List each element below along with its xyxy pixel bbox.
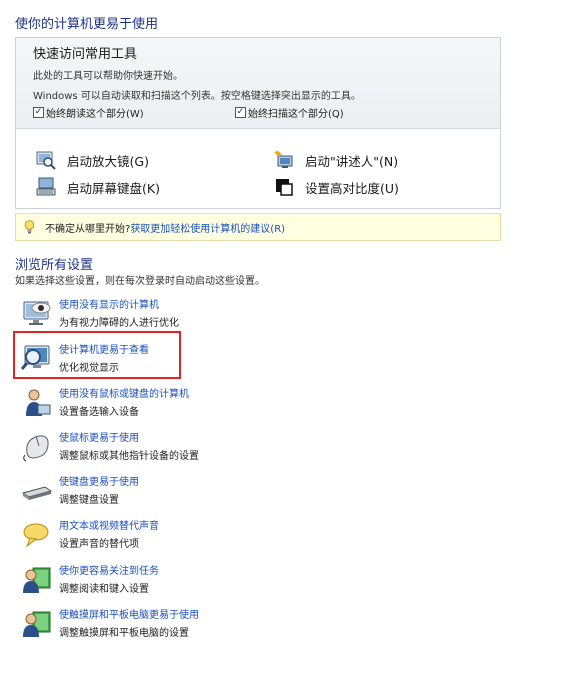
list-item-mouse: 使鼠标更易于使用 调整鼠标或其他指针设备的设置 bbox=[21, 429, 271, 465]
keyboard-link[interactable]: 使键盘更易于使用 bbox=[59, 473, 139, 488]
start-narrator-label: 启动"讲述人"(N) bbox=[305, 153, 399, 169]
on-screen-keyboard-icon bbox=[36, 177, 56, 196]
read-section-label: 始终朗读这个部分(W) bbox=[46, 109, 144, 120]
start-narrator-button[interactable]: 启动"讲述人"(N) bbox=[274, 150, 398, 170]
magnifier-icon bbox=[36, 151, 56, 170]
no-mouse-keyboard-desc: 设置备选输入设备 bbox=[59, 407, 139, 418]
list-item-sound-alternatives: 用文本或视频替代声音 设置声音的替代项 bbox=[21, 517, 271, 553]
tip-question: 不确定从哪里开始? bbox=[45, 223, 131, 235]
mouse-desc: 调整鼠标或其他指针设备的设置 bbox=[59, 451, 199, 462]
keyboard-icon bbox=[21, 486, 53, 500]
quick-access-description: 此处的工具可以帮助你快速开始。 bbox=[33, 71, 183, 82]
scan-section-checkbox[interactable]: ✓ 始终扫描这个部分(Q) bbox=[235, 105, 344, 120]
read-section-checkbox[interactable]: ✓ 始终朗读这个部分(W) bbox=[33, 105, 144, 120]
scan-section-label: 始终扫描这个部分(Q) bbox=[248, 109, 344, 120]
browse-settings-description: 如果选择这些设置，则在每次登录时自动启动这些设置。 bbox=[15, 276, 265, 287]
mouse-icon bbox=[23, 435, 49, 462]
sound-alternatives-link[interactable]: 用文本或视频替代声音 bbox=[59, 517, 159, 532]
start-onscreen-keyboard-label: 启动屏幕键盘(K) bbox=[67, 180, 160, 196]
high-contrast-icon bbox=[276, 179, 293, 196]
touch-tablet-desc: 调整触摸屏和平板电脑的设置 bbox=[59, 628, 189, 639]
no-display-desc: 为有视力障碍的人进行优化 bbox=[59, 318, 179, 329]
set-high-contrast-button[interactable]: 设置高对比度(U) bbox=[274, 177, 399, 197]
user-input-icon bbox=[26, 389, 51, 416]
list-item-no-mouse-keyboard: 使用没有鼠标或键盘的计算机 设置备选输入设备 bbox=[21, 385, 271, 421]
list-item-no-display: 使用没有显示的计算机 为有视力障碍的人进行优化 bbox=[21, 296, 271, 332]
monitor-off-icon bbox=[23, 301, 51, 325]
page-title: 使你的计算机更易于使用 bbox=[15, 17, 159, 32]
start-onscreen-keyboard-button[interactable]: 启动屏幕键盘(K) bbox=[36, 177, 160, 197]
keyboard-desc: 调整键盘设置 bbox=[59, 495, 119, 506]
no-mouse-keyboard-link[interactable]: 使用没有鼠标或键盘的计算机 bbox=[59, 385, 189, 400]
quick-tools: 启动放大镜(G) 启动"讲述人"(N) 启动屏幕键盘(K) 设置高对比度(U) bbox=[16, 129, 500, 209]
focus-tasks-desc: 调整阅读和键入设置 bbox=[59, 584, 149, 595]
browse-settings-title: 浏览所有设置 bbox=[15, 258, 94, 273]
no-display-link[interactable]: 使用没有显示的计算机 bbox=[59, 296, 159, 311]
start-magnifier-button[interactable]: 启动放大镜(G) bbox=[36, 150, 149, 170]
focus-task-icon bbox=[23, 567, 51, 593]
sound-alternatives-desc: 设置声音的替代项 bbox=[59, 539, 139, 550]
lightbulb-icon bbox=[24, 220, 35, 234]
mouse-link[interactable]: 使鼠标更易于使用 bbox=[59, 429, 139, 444]
focus-tasks-link[interactable]: 使你更容易关注到任务 bbox=[59, 562, 159, 577]
touch-tablet-link[interactable]: 使触摸屏和平板电脑更易于使用 bbox=[59, 606, 199, 621]
start-magnifier-label: 启动放大镜(G) bbox=[67, 153, 149, 169]
get-suggestions-link[interactable]: 获取更加轻松使用计算机的建议(R) bbox=[130, 220, 285, 235]
tip-bar: 不确定从哪里开始? 获取更加轻松使用计算机的建议(R) bbox=[15, 213, 501, 241]
quick-access-description-2: Windows 可以自动读取和扫描这个列表。按空格键选择突出显示的工具。 bbox=[33, 91, 361, 102]
checkbox-checked-icon: ✓ bbox=[33, 107, 44, 118]
highlight-box bbox=[13, 331, 181, 379]
quick-access-header: 快速访问常用工具 此处的工具可以帮助你快速开始。 Windows 可以自动读取和… bbox=[16, 38, 500, 129]
narrator-icon bbox=[274, 150, 293, 168]
list-item-touch-tablet: 使触摸屏和平板电脑更易于使用 调整触摸屏和平板电脑的设置 bbox=[21, 606, 271, 642]
checkbox-checked-icon: ✓ bbox=[235, 107, 246, 118]
quick-access-panel: 快速访问常用工具 此处的工具可以帮助你快速开始。 Windows 可以自动读取和… bbox=[15, 37, 501, 209]
set-high-contrast-label: 设置高对比度(U) bbox=[305, 180, 399, 196]
speech-bubble-icon bbox=[23, 523, 49, 548]
list-item-focus-tasks: 使你更容易关注到任务 调整阅读和键入设置 bbox=[21, 562, 271, 598]
list-item-keyboard: 使键盘更易于使用 调整键盘设置 bbox=[21, 473, 271, 509]
quick-access-title: 快速访问常用工具 bbox=[33, 47, 138, 62]
touch-tablet-icon bbox=[23, 611, 51, 637]
